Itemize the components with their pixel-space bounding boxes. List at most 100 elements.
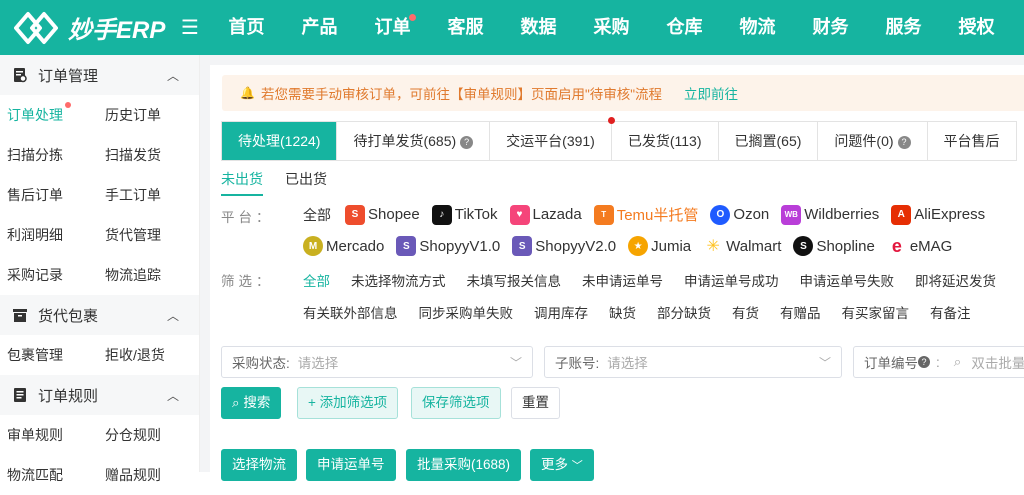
nav-products[interactable]: 产品	[283, 0, 356, 55]
input-label: 订单编号	[864, 356, 918, 371]
platform-jumia[interactable]: ★ Jumia	[628, 236, 691, 256]
tab-awaiting-print[interactable]: 待打单发货(685)?	[337, 122, 491, 160]
sidebar-item-logistics-tracking[interactable]: 物流追踪	[98, 265, 196, 285]
reset-button[interactable]: 重置	[511, 387, 560, 419]
tab-platform-after-sales[interactable]: 平台售后	[928, 122, 1017, 160]
platform-shopee[interactable]: S Shopee	[345, 204, 420, 225]
nav-data[interactable]: 数据	[502, 0, 575, 55]
platform-ozon[interactable]: O Ozon	[710, 204, 769, 225]
filter-no-customs[interactable]: 未填写报关信息	[467, 270, 562, 290]
sub-account-select[interactable]: 子账号: 请选择 ﹀	[544, 346, 842, 378]
filter-has-gift[interactable]: 有赠品	[780, 302, 821, 322]
menu-toggle-icon[interactable]: ☰	[180, 0, 200, 55]
sidebar-item-rejected-returns[interactable]: 拒收/退货	[98, 345, 196, 365]
sidebar-item-scan-sort[interactable]: 扫描分拣	[0, 145, 98, 165]
apply-tracking-button[interactable]: 申请运单号	[306, 449, 396, 481]
sidebar-item-warehouse-rules[interactable]: 分仓规则	[98, 425, 196, 445]
add-filter-button[interactable]: + 添加筛选项	[297, 387, 399, 419]
sidebar-item-manual-orders[interactable]: 手工订单	[98, 185, 196, 205]
sidebar-row: 采购记录 物流追踪	[0, 255, 199, 295]
nav-home[interactable]: 首页	[210, 0, 283, 55]
nav-customer-service[interactable]: 客服	[429, 0, 502, 55]
bulk-purchase-button[interactable]: 批量采购(1688)	[406, 449, 522, 481]
filter-out-of-stock[interactable]: 缺货	[609, 302, 636, 322]
sidebar-group-order-management[interactable]: 订单管理 ︿	[0, 55, 199, 95]
platform-walmart[interactable]: ✳ Walmart	[703, 236, 781, 256]
select-logistics-button[interactable]: 选择物流	[221, 449, 297, 481]
chevron-up-icon[interactable]: ︿	[167, 67, 179, 84]
subtab-shipped[interactable]: 已出货	[285, 169, 327, 196]
help-icon[interactable]: ?	[918, 356, 930, 368]
tab-handover-platform[interactable]: 交运平台(391)	[490, 117, 615, 160]
platform-mercado[interactable]: M Mercado	[303, 236, 384, 256]
tab-on-hold[interactable]: 已搁置(65)	[719, 122, 819, 160]
chevron-up-icon[interactable]: ︿	[167, 307, 179, 324]
sidebar-item-profit-details[interactable]: 利润明细	[0, 225, 98, 245]
subtab-not-shipped[interactable]: 未出货	[221, 169, 263, 196]
platform-shopyy-v2[interactable]: S ShopyyV2.0	[512, 236, 616, 256]
sidebar-item-purchase-records[interactable]: 采购记录	[0, 265, 98, 285]
platform-shopyy-v1[interactable]: S ShopyyV1.0	[396, 236, 500, 256]
tab-label: 问题件(0)	[834, 133, 894, 149]
more-button[interactable]: 更多 ﹀	[530, 449, 594, 481]
filter-no-logistics[interactable]: 未选择物流方式	[351, 270, 446, 290]
search-button[interactable]: ⌕ 搜索	[221, 387, 282, 419]
sidebar-group-order-rules[interactable]: 订单规则 ︿	[0, 375, 199, 415]
sidebar-row: 订单处理 历史订单	[0, 95, 199, 135]
help-icon[interactable]: ?	[897, 136, 911, 149]
platform-wildberries[interactable]: WB Wildberries	[781, 204, 879, 225]
sidebar-item-package-management[interactable]: 包裹管理	[0, 345, 98, 365]
filter-no-tracking[interactable]: 未申请运单号	[582, 270, 663, 290]
sidebar-item-forwarder-management[interactable]: 货代管理	[98, 225, 196, 245]
tiktok-icon: ♪	[431, 204, 452, 225]
nav-finance[interactable]: 财务	[794, 0, 867, 55]
sidebar-group-title: 订单管理	[38, 67, 99, 85]
notice-link[interactable]: 立即前往	[684, 83, 738, 103]
platform-temu[interactable]: T Temu半托管	[593, 204, 698, 225]
sidebar-item-history-orders[interactable]: 历史订单	[98, 105, 196, 125]
nav-services[interactable]: 服务	[867, 0, 940, 55]
filter-tracking-success[interactable]: 申请运单号成功	[684, 270, 779, 290]
nav-purchase[interactable]: 采购	[575, 0, 648, 55]
filter-use-stock[interactable]: 调用库存	[534, 302, 588, 322]
platform-tiktok[interactable]: ♪ TikTok	[431, 204, 498, 225]
shipment-subtabs: 未出货 已出货	[221, 169, 349, 196]
filter-row-2: 有关联外部信息 同步采购单失败 调用库存 缺货 部分缺货 有货 有赠品 有买家留…	[303, 302, 992, 322]
platform-shopline[interactable]: S Shopline	[793, 236, 875, 256]
sidebar-group-forwarder-packages[interactable]: 货代包裹 ︿	[0, 295, 199, 335]
filter-in-stock[interactable]: 有货	[732, 302, 759, 322]
filter-buyer-message[interactable]: 有买家留言	[842, 302, 910, 322]
platform-lazada[interactable]: ♥ Lazada	[509, 204, 582, 225]
chevron-up-icon[interactable]: ︿	[167, 387, 179, 404]
sidebar-item-scan-ship[interactable]: 扫描发货	[98, 145, 196, 165]
filter-external-info[interactable]: 有关联外部信息	[303, 302, 398, 322]
platform-aliexpress[interactable]: A AliExpress	[891, 204, 985, 225]
filter-delay-soon[interactable]: 即将延迟发货	[915, 270, 996, 290]
filter-tracking-failed[interactable]: 申请运单号失败	[800, 270, 895, 290]
sidebar-item-gift-rules[interactable]: 赠品规则	[98, 465, 196, 485]
purchase-status-select[interactable]: 采购状态: 请选择 ﹀	[221, 346, 533, 378]
tab-shipped[interactable]: 已发货(113)	[612, 122, 719, 160]
filter-sync-purchase-failed[interactable]: 同步采购单失败	[419, 302, 514, 322]
filter-all[interactable]: 全部	[303, 270, 330, 290]
sidebar-item-review-rules[interactable]: 审单规则	[0, 425, 98, 445]
filter-has-note[interactable]: 有备注	[930, 302, 971, 322]
platform-emag[interactable]: e eMAG	[886, 236, 952, 256]
batch-search-icon[interactable]: ⌕	[954, 354, 962, 370]
nav-warehouse[interactable]: 仓库	[648, 0, 721, 55]
nav-authorization[interactable]: 授权	[940, 0, 1013, 55]
save-filter-button[interactable]: 保存筛选项	[411, 387, 501, 419]
order-number-input[interactable]: 订单编号 ? : ⌕ 双击批量	[853, 346, 1024, 378]
filter-partial-stock[interactable]: 部分缺货	[657, 302, 711, 322]
nav-logistics[interactable]: 物流	[721, 0, 794, 55]
tab-problem[interactable]: 问题件(0)?	[818, 122, 928, 160]
help-icon[interactable]: ?	[460, 136, 474, 149]
tab-pending[interactable]: 待处理(1224)	[222, 122, 338, 160]
platform-all[interactable]: 全部	[303, 205, 331, 225]
logo[interactable]: 妙手ERP	[0, 0, 200, 55]
sidebar-item-after-sales[interactable]: 售后订单	[0, 185, 98, 205]
sidebar-row: 物流匹配 赠品规则	[0, 455, 199, 495]
nav-orders[interactable]: 订单	[356, 0, 429, 55]
sidebar-item-logistics-matching[interactable]: 物流匹配	[0, 465, 98, 485]
sidebar-item-order-processing[interactable]: 订单处理	[0, 102, 98, 125]
